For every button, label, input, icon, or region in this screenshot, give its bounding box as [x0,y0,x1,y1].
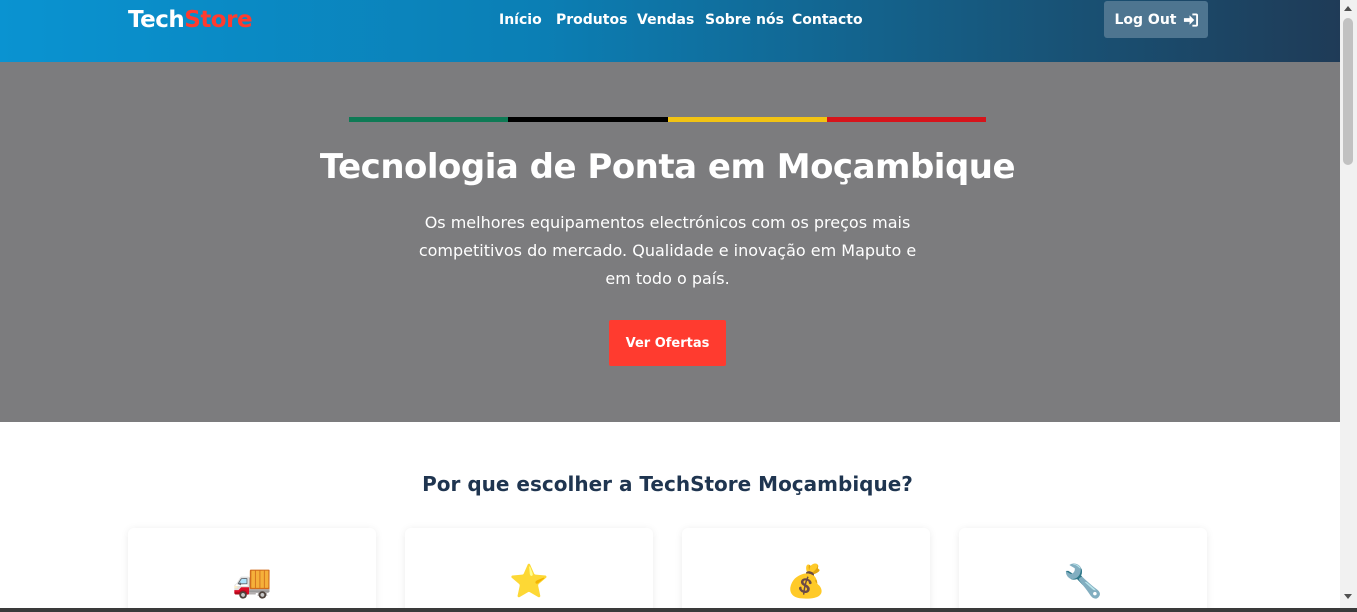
why-section-title: Por que escolher a TechStore Moçambique? [422,472,913,496]
feature-card-quality: ⭐ [405,528,653,612]
flag-stripe-black [508,117,668,122]
feature-card-delivery: 🚚 [128,528,376,612]
money-bag-icon: 💰 [786,562,826,600]
scroll-down-arrow-icon[interactable] [1344,594,1352,599]
hero-subtitle: Os melhores equipamentos electrónicos co… [418,213,917,288]
wrench-icon: 🔧 [1063,562,1103,600]
hero-title: Tecnologia de Ponta em Moçambique [319,147,1016,187]
logo[interactable]: TechStore [128,7,253,33]
flag-stripe-red [826,117,986,122]
hero-section: Tecnologia de Ponta em Moçambique Os mel… [0,62,1340,422]
mozambique-flag-stripe [349,117,986,122]
nav-link-sobre-nos[interactable]: Sobre nós [705,12,784,28]
feature-card-support: 🔧 [959,528,1207,612]
delivery-truck-icon: 🚚 [232,562,272,600]
logo-text-tech: Tech [128,7,185,33]
logout-label: Log Out [1114,11,1177,28]
flag-stripe-yellow [667,117,827,122]
scroll-up-arrow-icon[interactable] [1344,6,1352,11]
navbar: TechStore Início Produtos Vendas Sobre n… [0,0,1340,62]
sign-in-icon [1183,12,1198,27]
nav-link-inicio[interactable]: Início [499,12,542,28]
window-bottom-edge [0,608,1357,612]
logo-text-store: Store [184,7,253,33]
nav-link-produtos[interactable]: Produtos [556,12,627,28]
star-icon: ⭐ [509,562,549,600]
vertical-scrollbar[interactable] [1340,0,1357,608]
flag-stripe-green [349,117,509,122]
nav-link-vendas[interactable]: Vendas [637,12,694,28]
feature-card-price: 💰 [682,528,930,612]
ver-ofertas-button[interactable]: Ver Ofertas [609,320,726,366]
logout-button[interactable]: Log Out [1104,1,1208,38]
nav-link-contacto[interactable]: Contacto [792,12,863,28]
scrollbar-thumb[interactable] [1343,18,1353,165]
